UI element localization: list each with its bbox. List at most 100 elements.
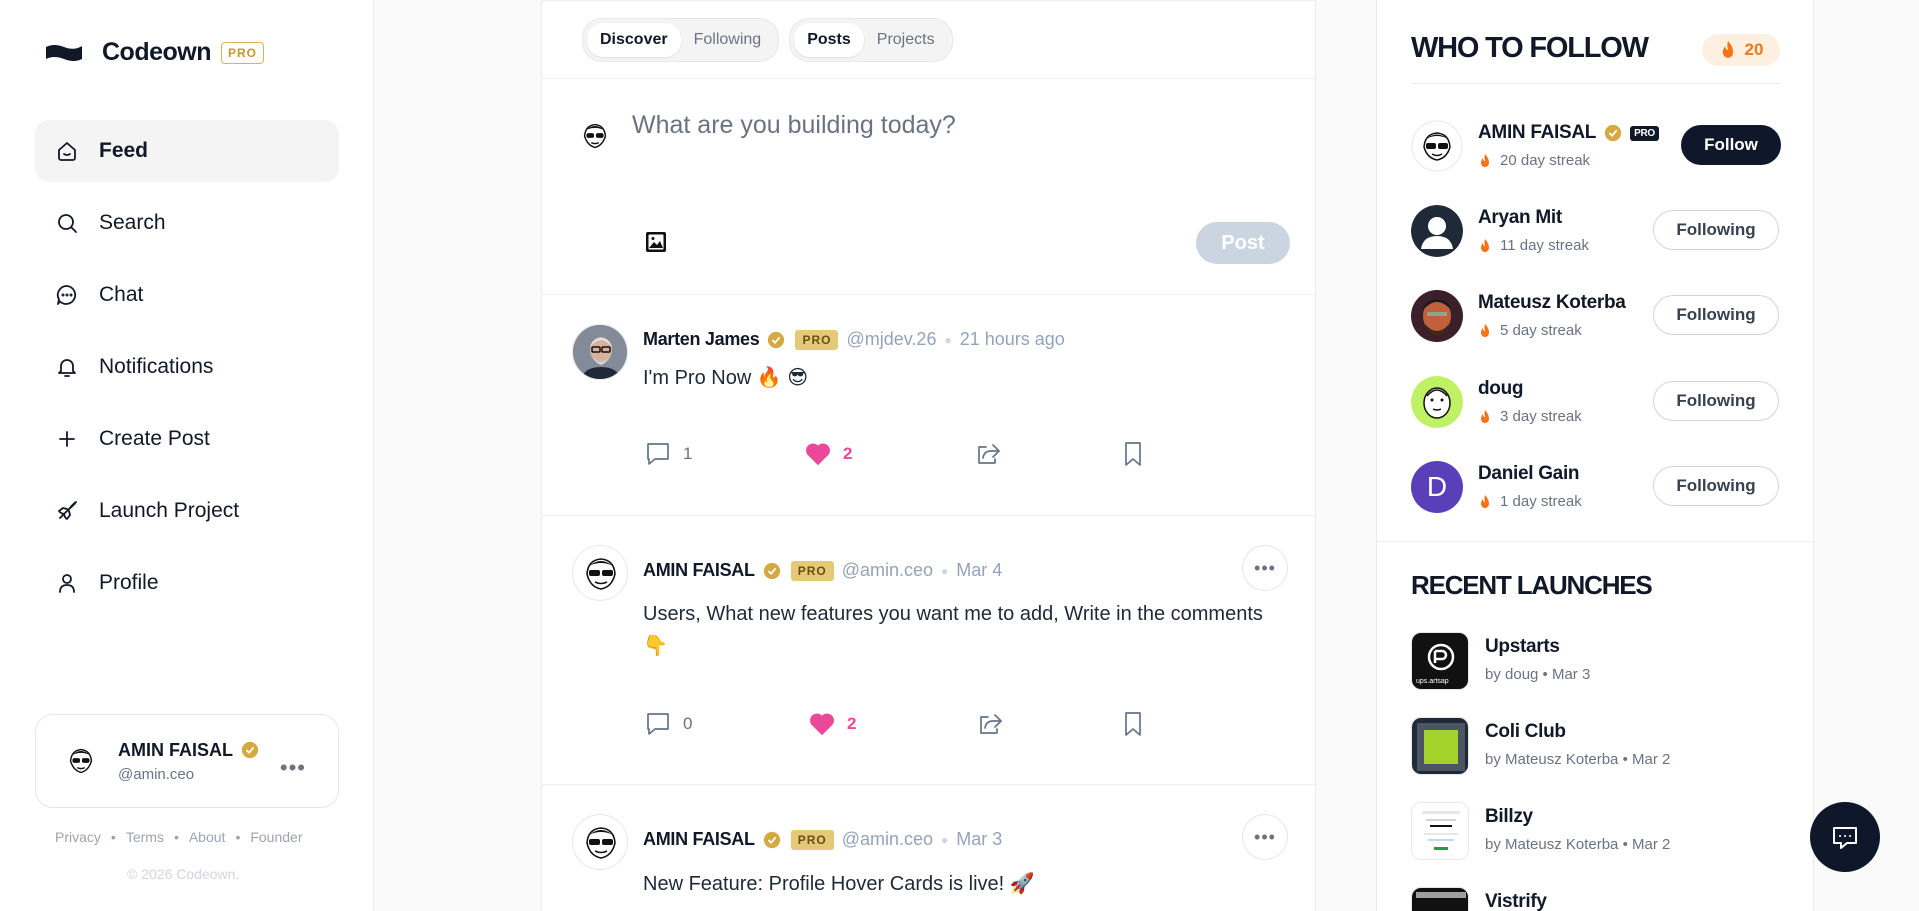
project-logo	[1411, 802, 1469, 860]
image-upload-icon[interactable]	[644, 230, 668, 254]
following-button[interactable]: Following	[1653, 381, 1779, 421]
comment-button[interactable]: 0	[643, 709, 692, 739]
post-more-button[interactable]: •••	[1242, 814, 1288, 860]
post-more-button[interactable]: •••	[1242, 545, 1288, 591]
avatar[interactable]	[572, 814, 628, 870]
follow-button[interactable]: Follow	[1681, 125, 1781, 165]
follow-suggestion-row[interactable]: D Daniel Gain 1 day streak Following	[1411, 457, 1781, 517]
nav-item-profile[interactable]: Profile	[35, 552, 339, 614]
comment-button[interactable]: 1	[643, 439, 692, 469]
tab-projects[interactable]: Projects	[864, 23, 948, 57]
avatar[interactable]	[1411, 376, 1463, 428]
streak-text: 20 day streak	[1478, 152, 1590, 169]
pro-badge: PRO	[795, 329, 839, 350]
streak-label: 20 day streak	[1500, 152, 1591, 169]
footer-link-about[interactable]: About	[189, 829, 226, 845]
like-button[interactable]: 2	[807, 709, 856, 739]
divider	[1377, 541, 1813, 542]
share-button[interactable]	[973, 439, 1003, 469]
avatar[interactable]	[572, 324, 628, 380]
follow-suggestion-name[interactable]: Daniel Gain	[1478, 463, 1580, 485]
user-name: Daniel Gain	[1478, 463, 1580, 484]
follow-suggestion-row[interactable]: Aryan Mit 11 day streak Following	[1411, 201, 1781, 261]
tab-discover[interactable]: Discover	[587, 22, 681, 57]
bookmark-icon	[1125, 442, 1141, 466]
nav-item-launch-project[interactable]: Launch Project	[35, 480, 339, 542]
search-icon	[55, 211, 79, 235]
footer-link-founder[interactable]: Founder	[250, 829, 302, 845]
fire-icon	[1481, 153, 1489, 167]
post-author-name[interactable]: Marten James	[643, 329, 760, 350]
user-name: Aryan Mit	[1478, 207, 1562, 228]
launch-item[interactable]: Coli Club by Mateusz Koterba • Mar 2	[1411, 717, 1781, 777]
nav-item-label: Create Post	[99, 427, 210, 450]
launch-name[interactable]: Coli Club	[1485, 721, 1566, 743]
following-button[interactable]: Following	[1653, 295, 1779, 335]
brand[interactable]: Codeown PRO	[44, 38, 265, 67]
current-user-card[interactable]: AMIN FAISAL @amin.ceo •••	[35, 714, 339, 808]
tab-following[interactable]: Following	[681, 23, 775, 57]
follow-suggestion-name[interactable]: Mateusz Koterba	[1478, 292, 1626, 314]
nav-item-chat[interactable]: Chat	[35, 264, 339, 326]
tab-posts[interactable]: Posts	[794, 22, 864, 57]
user-photo	[573, 325, 627, 379]
user-avatar-illustration	[586, 558, 616, 590]
nav-item-search[interactable]: Search	[35, 192, 339, 254]
verified-icon	[768, 331, 785, 348]
post-author-handle[interactable]: @mjdev.26	[846, 329, 936, 350]
more-options-icon[interactable]: •••	[280, 755, 306, 781]
launch-meta: by doug • Mar 3	[1485, 666, 1591, 683]
who-to-follow-title: WHO TO FOLLOW	[1411, 32, 1649, 64]
launch-name[interactable]: Billzy	[1485, 806, 1533, 828]
comment-count: 1	[683, 444, 693, 463]
following-button[interactable]: Following	[1653, 466, 1779, 506]
footer-link-terms[interactable]: Terms	[126, 829, 164, 845]
current-user-name: AMIN FAISAL	[118, 739, 233, 760]
project-logo: ups.artsap	[1411, 632, 1469, 690]
bookmark-button[interactable]	[1118, 439, 1148, 469]
follow-suggestion-name[interactable]: Aryan Mit	[1478, 207, 1562, 229]
feed-tab-bar: Discover Following Posts Projects	[542, 0, 1315, 79]
user-avatar-illustration	[586, 827, 616, 859]
composer-input[interactable]: What are you building today?	[632, 111, 956, 140]
launch-name[interactable]: Upstarts	[1485, 636, 1560, 658]
launch-item[interactable]: Vistrify	[1411, 887, 1781, 911]
follow-suggestion-name[interactable]: doug	[1478, 378, 1524, 400]
nav-item-label: Launch Project	[99, 499, 240, 522]
heart-icon	[806, 443, 830, 465]
avatar[interactable]	[1411, 120, 1463, 172]
post-author-handle[interactable]: @amin.ceo	[842, 560, 933, 581]
launch-item[interactable]: ups.artsap Upstarts by doug • Mar 3	[1411, 632, 1781, 692]
share-button[interactable]	[975, 709, 1005, 739]
footer-link-privacy[interactable]: Privacy	[55, 829, 101, 845]
follow-suggestion-row[interactable]: Mateusz Koterba 5 day streak Following	[1411, 286, 1781, 346]
avatar[interactable]	[572, 545, 628, 601]
follow-suggestion-name[interactable]: AMIN FAISAL PRO	[1478, 122, 1659, 144]
avatar[interactable]	[1411, 290, 1463, 342]
post-author-name[interactable]: AMIN FAISAL	[643, 829, 755, 850]
launch-name[interactable]: Vistrify	[1485, 891, 1547, 911]
like-count: 2	[843, 444, 853, 463]
post-button[interactable]: Post	[1196, 222, 1290, 264]
avatar[interactable]: D	[1411, 461, 1463, 513]
following-button[interactable]: Following	[1653, 210, 1779, 250]
post-author-handle[interactable]: @amin.ceo	[842, 829, 933, 850]
launch-item[interactable]: Billzy by Mateusz Koterba • Mar 2	[1411, 802, 1781, 862]
nav-item-notifications[interactable]: Notifications	[35, 336, 339, 398]
avatar	[62, 742, 100, 780]
nav-item-feed[interactable]: Feed	[35, 120, 339, 182]
like-button[interactable]: 2	[803, 439, 852, 469]
post-actions: 1 2	[643, 439, 1163, 471]
verified-icon	[241, 741, 259, 759]
main-nav: Feed Search Chat Notifications Create Po…	[35, 120, 339, 624]
bookmark-button[interactable]	[1118, 709, 1148, 739]
chat-fab-button[interactable]	[1810, 802, 1880, 872]
follow-suggestion-row[interactable]: doug 3 day streak Following	[1411, 372, 1781, 432]
nav-item-label: Notifications	[99, 355, 214, 378]
follow-suggestion-row[interactable]: AMIN FAISAL PRO 20 day streak Follow	[1411, 116, 1781, 176]
streak-badge[interactable]: 20	[1702, 34, 1780, 66]
post-author-name[interactable]: AMIN FAISAL	[643, 560, 755, 581]
avatar[interactable]	[1411, 205, 1463, 257]
nav-item-create-post[interactable]: Create Post	[35, 408, 339, 470]
copyright: © 2026 Codeown.	[127, 866, 240, 882]
